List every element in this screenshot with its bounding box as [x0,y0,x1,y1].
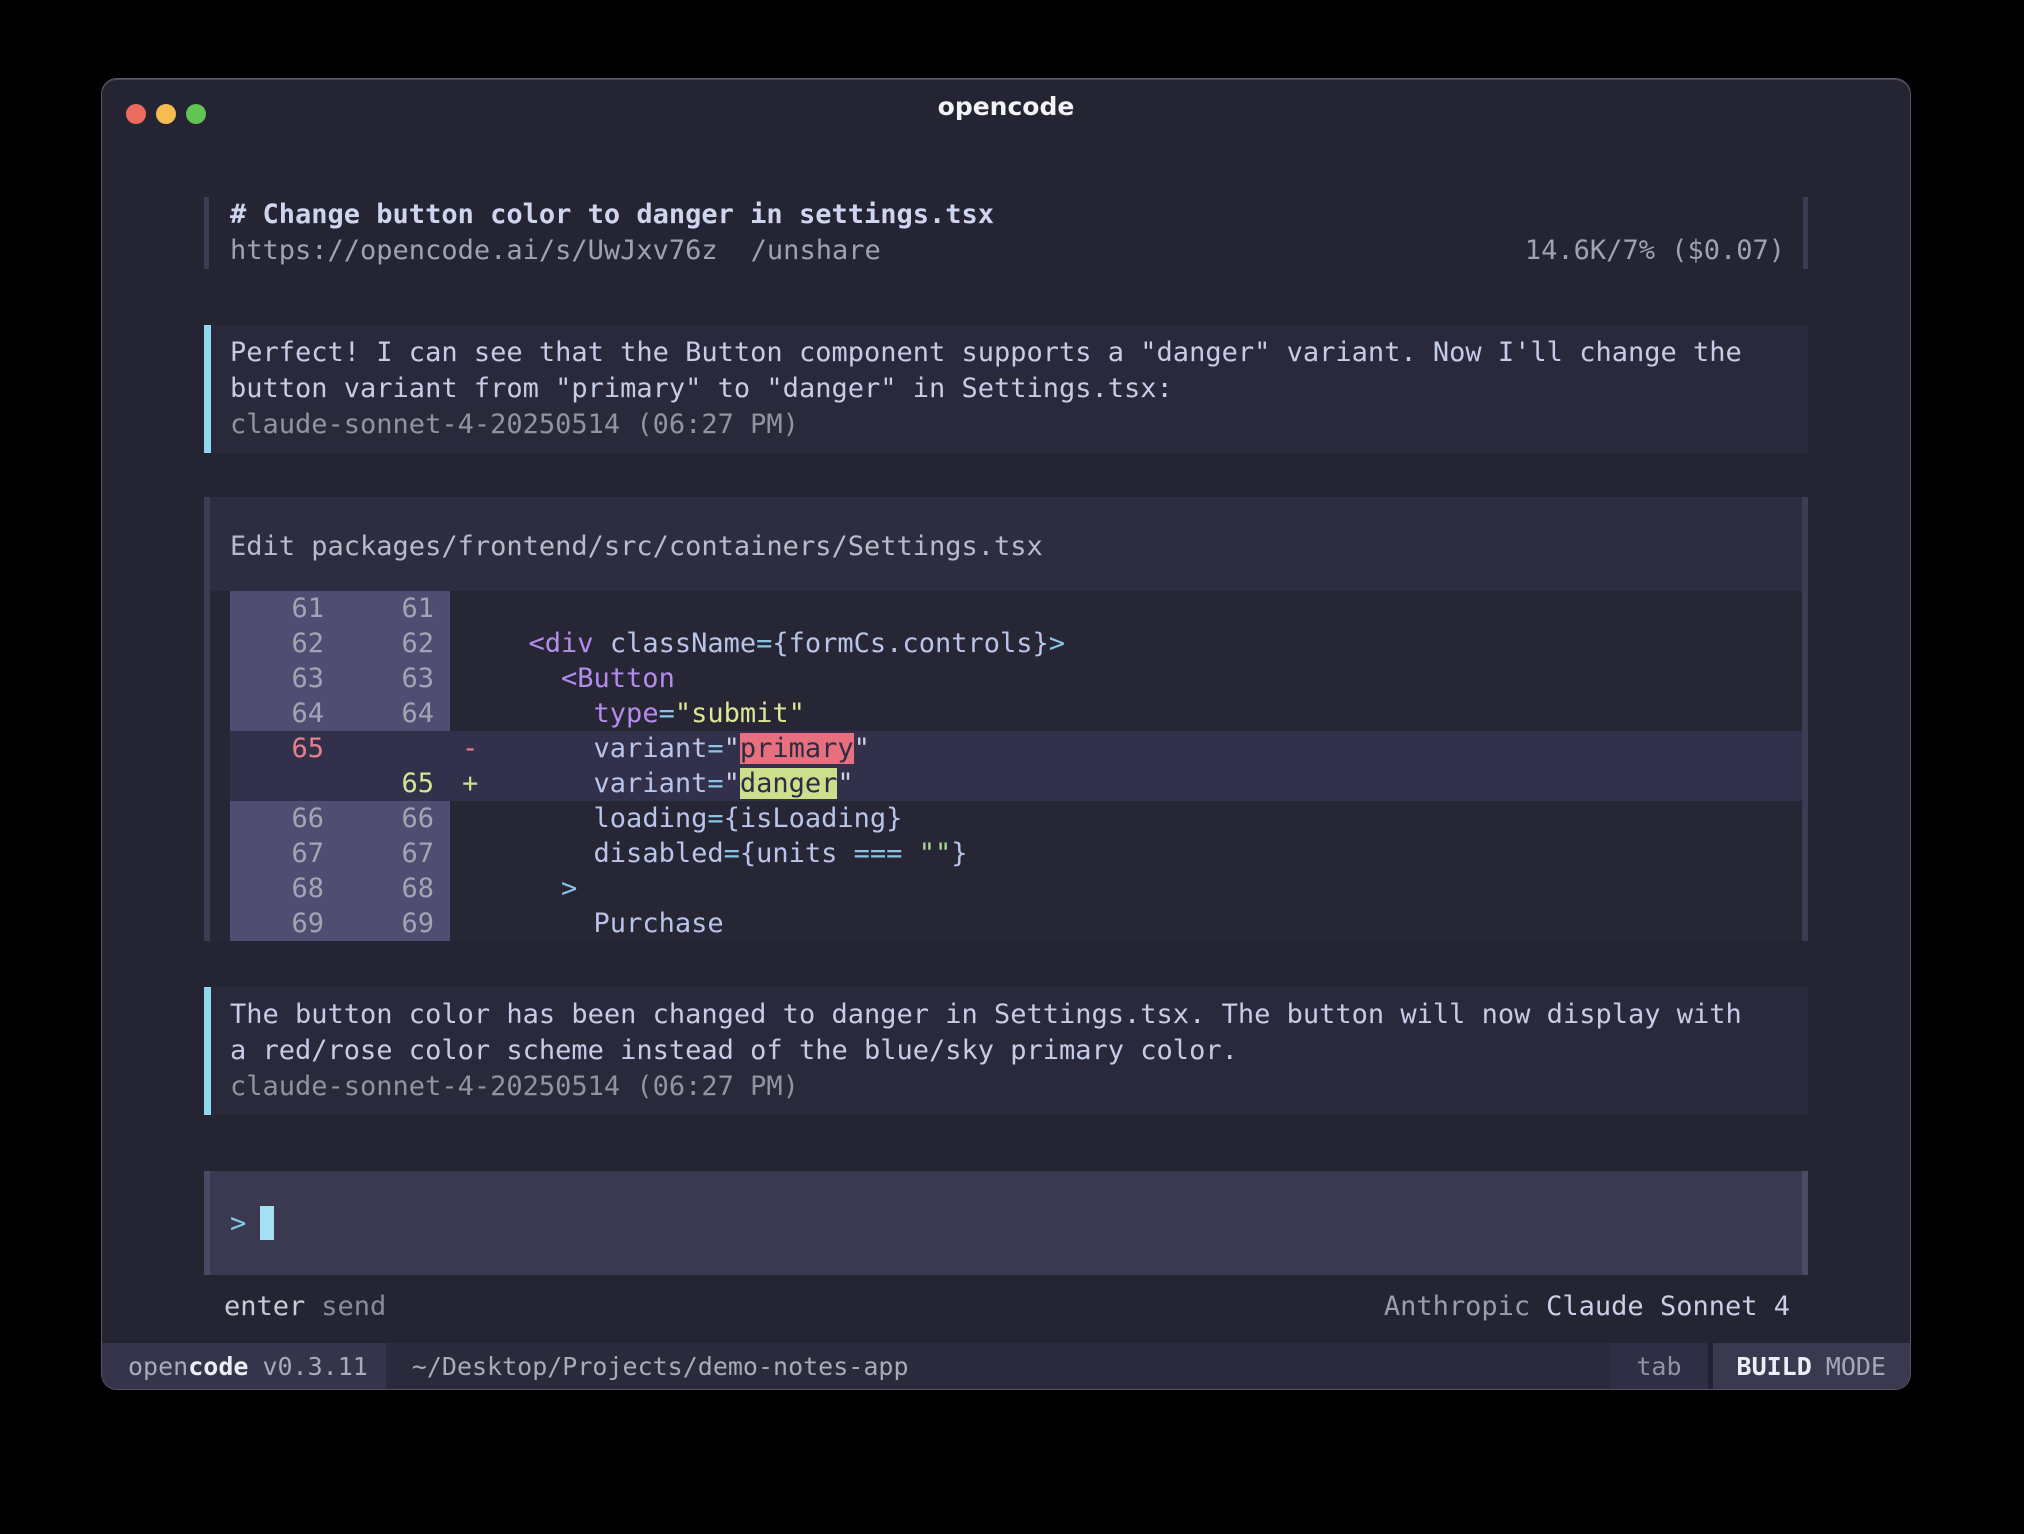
new-line-number: 61 [340,591,450,626]
diff-marker [450,871,496,906]
code-line: loading={isLoading} [496,801,1802,836]
message-line: The button color has been changed to dan… [230,997,1808,1033]
diff-marker [450,836,496,871]
new-line-number: 64 [340,696,450,731]
diff-row: 6666 loading={isLoading} [230,801,1802,836]
code-line: type="submit" [496,696,1802,731]
diff-rows: 61616262 <div className={formCs.controls… [210,591,1802,941]
code-line: > [496,871,1802,906]
app-version-chip: opencode v0.3.11 [102,1343,386,1389]
old-line-number: 65 [230,731,340,766]
old-line-number: 64 [230,696,340,731]
code-line: disabled={units === ""} [496,836,1802,871]
old-line-number: 62 [230,626,340,661]
diff-row: 6868 > [230,871,1802,906]
old-line-number: 61 [230,591,340,626]
text-cursor [260,1206,274,1240]
diff-row: 6969 Purchase [230,906,1802,941]
mode-chip[interactable]: BUILD MODE [1713,1343,1910,1389]
diff-marker: - [450,731,496,766]
prompt-symbol: > [230,1208,246,1239]
diff-marker [450,626,496,661]
code-line: <Button [496,661,1802,696]
new-line-number: 62 [340,626,450,661]
new-line-number: 69 [340,906,450,941]
message-line: button variant from "primary" to "danger… [230,371,1808,407]
old-line-number: 69 [230,906,340,941]
old-line-number: 63 [230,661,340,696]
share-url-link[interactable]: https://opencode.ai/s/UwJxv76z [230,233,718,269]
working-directory: ~/Desktop/Projects/demo-notes-app [412,1343,909,1389]
old-line-number: 68 [230,871,340,906]
app-name-light: open [128,1352,188,1381]
prompt-input[interactable]: > [204,1171,1808,1275]
new-line-number: 63 [340,661,450,696]
diff-marker: + [450,766,496,801]
new-line-number: 66 [340,801,450,836]
assistant-message-2: The button color has been changed to dan… [204,987,1808,1115]
model-label: Claude Sonnet 4 [1546,1289,1790,1325]
assistant-message-1: Perfect! I can see that the Button compo… [204,325,1808,453]
old-line-number [230,766,340,801]
traffic-lights [126,104,206,124]
diff-marker [450,696,496,731]
diff-row: 6161 [230,591,1802,626]
diff-row: 65 - variant="primary" [230,731,1802,766]
app-name-bold: code [188,1352,248,1381]
diff-marker [450,906,496,941]
session-title: # Change button color to danger in setti… [230,197,1785,233]
old-line-number: 66 [230,801,340,836]
header-spacer [881,233,1525,269]
status-right: tab BUILD MODE [1610,1343,1910,1389]
context-stats: 14.6K/7% ($0.07) [1525,233,1785,269]
provider-label: Anthropic [1384,1289,1530,1325]
status-bar: opencode v0.3.11 ~/Desktop/Projects/demo-… [102,1343,1910,1389]
minimize-button[interactable] [156,104,176,124]
footer-spacer [386,1289,1384,1325]
message-line: a red/rose color scheme instead of the b… [230,1033,1808,1069]
diff-row: 6767 disabled={units === ""} [230,836,1802,871]
mode-secondary: MODE [1826,1352,1886,1381]
send-action-hint: send [321,1289,386,1325]
zoom-button[interactable] [186,104,206,124]
new-line-number: 65 [340,766,450,801]
unshare-command[interactable]: /unshare [751,233,881,269]
window-title: opencode [102,79,1910,135]
tab-key-hint: tab [1610,1343,1707,1389]
footer-hints: enter send Anthropic Claude Sonnet 4 [204,1289,1808,1325]
diff-row: 6363 <Button [230,661,1802,696]
new-line-number: 68 [340,871,450,906]
new-line-number [340,731,450,766]
diff-row: 6464 type="submit" [230,696,1802,731]
app-version: v0.3.11 [262,1352,367,1381]
message-line: Perfect! I can see that the Button compo… [230,335,1808,371]
new-line-number: 67 [340,836,450,871]
edit-tool-title: Edit packages/frontend/src/containers/Se… [210,497,1802,591]
main-content: # Change button color to danger in setti… [204,135,1808,1343]
enter-key-hint: enter [224,1289,305,1325]
diff-row: 65+ variant="danger" [230,766,1802,801]
code-line: Purchase [496,906,1802,941]
session-header: # Change button color to danger in setti… [204,197,1808,269]
message-meta: claude-sonnet-4-20250514 (06:27 PM) [230,1069,1808,1105]
titlebar: opencode [102,79,1910,135]
opencode-window: opencode # Change button color to danger… [101,78,1911,1390]
old-line-number: 67 [230,836,340,871]
diff-marker [450,591,496,626]
code-line: variant="primary" [496,731,1802,766]
code-line: variant="danger" [496,766,1802,801]
mode-primary: BUILD [1737,1352,1812,1381]
code-line [496,591,1802,626]
diff-row: 6262 <div className={formCs.controls}> [230,626,1802,661]
edit-tool-block: Edit packages/frontend/src/containers/Se… [204,497,1808,941]
code-line: <div className={formCs.controls}> [496,626,1802,661]
diff-marker [450,661,496,696]
diff-marker [450,801,496,836]
message-meta: claude-sonnet-4-20250514 (06:27 PM) [230,407,1808,443]
close-button[interactable] [126,104,146,124]
